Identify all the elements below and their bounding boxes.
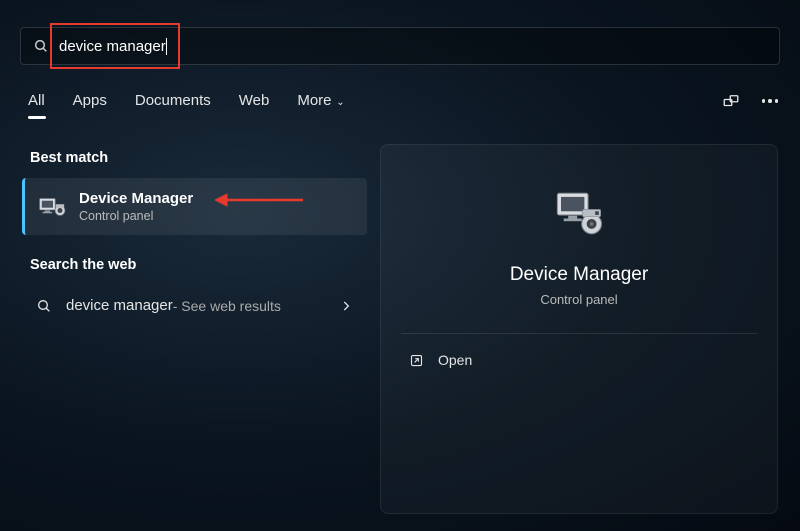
chevron-down-icon: ⌄ [334, 97, 345, 108]
result-device-manager[interactable]: Device Manager Control panel [22, 178, 367, 235]
search-bar[interactable]: device manager [20, 27, 780, 65]
search-input-text[interactable]: device manager [59, 38, 166, 55]
result-title: Device Manager [79, 190, 193, 207]
tabs-right-actions [722, 92, 779, 110]
open-label: Open [438, 352, 472, 368]
tab-web[interactable]: Web [239, 92, 270, 117]
section-search-web-label: Search the web [30, 257, 367, 273]
divider [401, 333, 757, 334]
result-subtitle: Control panel [79, 209, 193, 223]
tab-apps[interactable]: Apps [73, 92, 107, 117]
tab-more[interactable]: More ⌄ [297, 92, 344, 117]
web-result-item[interactable]: device manager - See web results [22, 285, 367, 326]
results-panel: Best match Device Manager Control panel … [22, 150, 367, 326]
tab-all[interactable]: All [28, 92, 45, 117]
share-across-devices-icon[interactable] [722, 92, 740, 110]
more-options-icon[interactable] [762, 99, 779, 103]
detail-title: Device Manager [401, 264, 757, 286]
detail-subtitle: Control panel [401, 292, 757, 307]
annotation-arrow [215, 190, 305, 210]
web-result-hint: - See web results [173, 298, 281, 314]
detail-panel: Device Manager Control panel Open [380, 144, 778, 514]
section-best-match-label: Best match [30, 150, 367, 166]
search-icon [33, 38, 49, 54]
text-caret [166, 38, 167, 55]
chevron-right-icon [339, 299, 353, 313]
filter-tabs: All Apps Documents Web More ⌄ [28, 92, 780, 117]
search-icon [36, 298, 52, 314]
web-result-query: device manager [66, 297, 173, 314]
open-icon [409, 353, 424, 368]
tab-documents[interactable]: Documents [135, 92, 211, 117]
device-manager-icon [39, 196, 67, 218]
device-manager-large-icon [552, 187, 606, 241]
open-action[interactable]: Open [401, 342, 757, 378]
